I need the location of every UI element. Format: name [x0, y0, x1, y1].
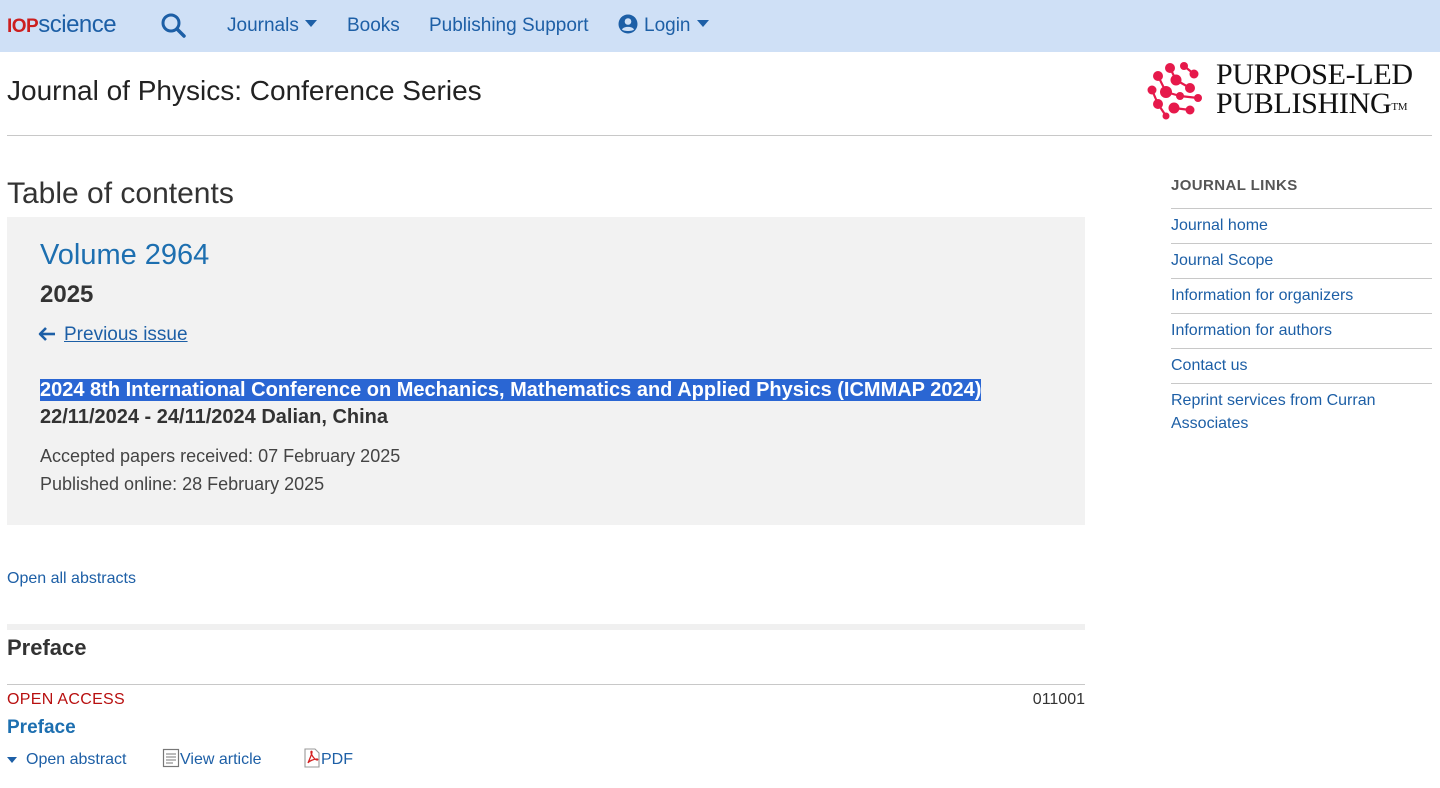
- published-date: Published online: 28 February 2025: [40, 474, 325, 494]
- logo-trademark: TM: [1391, 101, 1408, 113]
- section-divider: [7, 684, 1085, 685]
- conference-title: 2024 8th International Conference on Mec…: [40, 377, 982, 403]
- journal-title[interactable]: Journal of Physics: Conference Series: [7, 74, 482, 108]
- open-abstract-label: Open abstract: [26, 751, 127, 768]
- iopscience-logo[interactable]: IOPscience: [7, 11, 117, 41]
- purpose-led-logo-icon: [1147, 62, 1202, 120]
- open-access-badge: OPEN ACCESS: [7, 691, 126, 708]
- pdf-download-link[interactable]: PDF: [303, 748, 353, 771]
- sidebar-item-reprint-services[interactable]: Reprint services from Curran Associates: [1171, 384, 1432, 441]
- logo-wordmark: PURPOSE-LED PUBLISHINGTM: [1216, 58, 1413, 120]
- journal-links-sidebar: JOURNAL LINKS Journal home Journal Scope…: [1171, 176, 1432, 441]
- issue-info-box: Volume 2964 2025 Previous issue 2024 8th…: [7, 217, 1085, 525]
- logo-line-2: PUBLISHINGTM: [1216, 87, 1408, 120]
- nav-publishing-support[interactable]: Publishing Support: [429, 14, 589, 38]
- sidebar-item-journal-home[interactable]: Journal home: [1171, 213, 1432, 244]
- section-divider-bar: [7, 624, 1085, 630]
- issue-year: 2025: [40, 281, 94, 308]
- header-divider: [7, 135, 1432, 136]
- logo-line-1: PURPOSE-LED: [1216, 58, 1413, 91]
- view-article-link[interactable]: View article: [162, 748, 262, 771]
- view-article-label: View article: [180, 751, 262, 768]
- open-all-abstracts-link[interactable]: Open all abstracts: [7, 568, 136, 590]
- conference-dates: 22/11/2024 - 24/11/2024 Dalian, China: [40, 406, 389, 428]
- nav-books[interactable]: Books: [347, 14, 400, 38]
- sidebar-item-info-authors[interactable]: Information for authors: [1171, 314, 1432, 349]
- search-icon: [161, 13, 186, 38]
- article-number: 011001: [1032, 691, 1085, 708]
- search-button[interactable]: [160, 12, 188, 40]
- sidebar-item-contact-us[interactable]: Contact us: [1171, 349, 1432, 384]
- chevron-down-icon: [696, 20, 709, 28]
- nav-login-label: Login: [644, 15, 691, 36]
- selected-conference-title: 2024 8th International Conference on Mec…: [40, 379, 982, 401]
- nav-journals-label: Journals: [227, 15, 299, 36]
- chevron-down-icon: [7, 756, 17, 763]
- brand-science: science: [38, 11, 117, 38]
- journal-links-heading: JOURNAL LINKS: [1171, 176, 1432, 209]
- toc-heading: Table of contents: [7, 177, 234, 210]
- sidebar-item-journal-scope[interactable]: Journal Scope: [1171, 244, 1432, 279]
- arrow-left-icon: [38, 327, 55, 341]
- accepted-date: Accepted papers received: 07 February 20…: [40, 446, 401, 466]
- previous-issue-link[interactable]: Previous issue: [38, 323, 188, 347]
- purpose-led-publishing-logo[interactable]: PURPOSE-LED PUBLISHINGTM: [1146, 60, 1436, 122]
- nav-journals[interactable]: Journals: [227, 14, 317, 38]
- sidebar-item-info-organizers[interactable]: Information for organizers: [1171, 279, 1432, 314]
- top-navigation-bar: IOPscience Journals Books Publishing Sup…: [0, 0, 1440, 52]
- user-circle-icon: [618, 14, 638, 34]
- pdf-icon: [304, 748, 320, 768]
- open-abstract-button[interactable]: Open abstract: [7, 749, 127, 771]
- nav-login[interactable]: Login: [618, 14, 709, 38]
- article-title-link[interactable]: Preface: [7, 716, 76, 740]
- chevron-down-icon: [304, 20, 317, 28]
- previous-issue-label: Previous issue: [64, 324, 188, 345]
- brand-iop: IOP: [7, 16, 39, 37]
- pdf-label: PDF: [321, 751, 353, 768]
- volume-title: Volume 2964: [40, 239, 210, 271]
- article-actions: Open abstract View article PDF: [7, 748, 407, 771]
- document-icon: [162, 748, 180, 767]
- section-title: Preface: [7, 635, 87, 660]
